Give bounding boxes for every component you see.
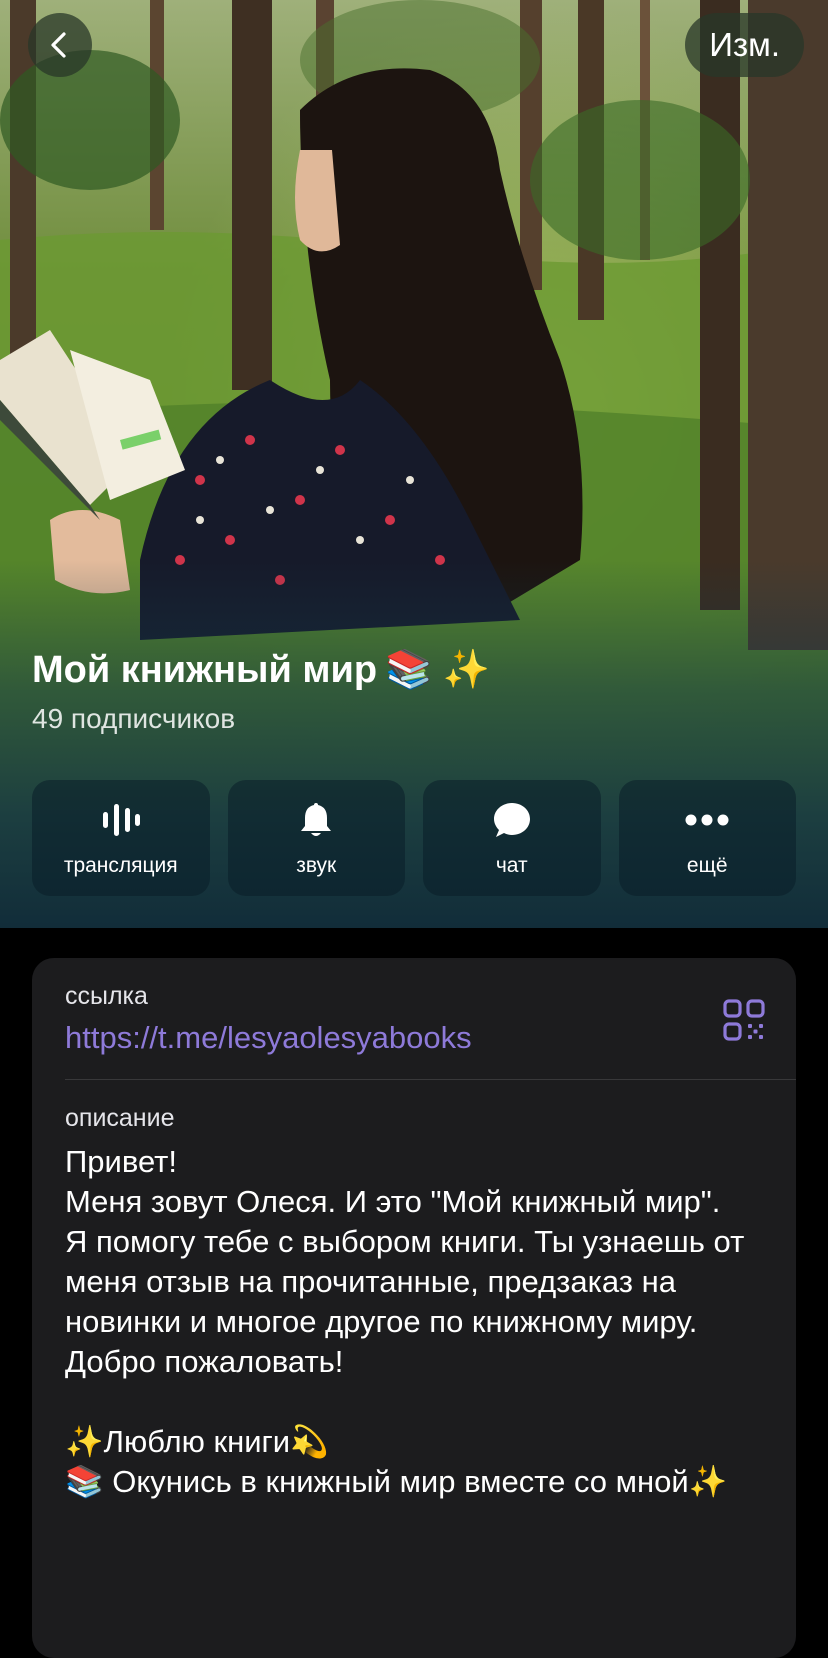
live-stream-label: трансляция <box>63 854 178 877</box>
back-button[interactable] <box>28 13 92 77</box>
subscriber-count: 49 подписчиков <box>32 703 236 734</box>
description-text: Привет! Меня зовут Олеся. И это "Мой кни… <box>65 1144 745 1499</box>
channel-cover-photo: Изм. Мой книжный мир 📚 ✨ 49 подписчиков … <box>0 0 828 928</box>
bell-icon <box>301 803 332 836</box>
edit-button[interactable]: Изм. <box>685 13 804 77</box>
live-stream-button[interactable]: трансляция <box>32 780 210 896</box>
live-stream-icon <box>102 804 140 836</box>
channel-link[interactable]: https://t.me/lesyaolesyabooks <box>65 1020 472 1056</box>
more-button[interactable]: ещё <box>618 780 796 896</box>
sound-button[interactable]: звук <box>227 780 405 896</box>
chat-button[interactable]: чат <box>423 780 601 896</box>
more-label: ещё <box>686 854 728 877</box>
channel-info-card: ссылка https://t.me/lesyaolesyabooks опи… <box>32 958 796 1658</box>
qr-code-icon <box>723 999 765 1041</box>
channel-title-emoji: 📚 ✨ <box>385 649 491 691</box>
more-dots-icon <box>685 814 729 826</box>
qr-code-button[interactable] <box>722 998 766 1042</box>
chat-label: чат <box>495 854 528 877</box>
chat-bubble-icon <box>493 803 530 837</box>
channel-actions-bar: трансляция звук чат ещё <box>32 780 796 896</box>
channel-title-text: Мой книжный мир <box>32 648 378 691</box>
description-label: описание <box>65 1104 175 1132</box>
chevron-left-icon <box>51 32 66 58</box>
channel-title: Мой книжный мир 📚 ✨ <box>32 648 490 692</box>
sound-label: звук <box>296 854 337 877</box>
link-label: ссылка <box>65 982 148 1010</box>
section-divider <box>65 1079 796 1080</box>
